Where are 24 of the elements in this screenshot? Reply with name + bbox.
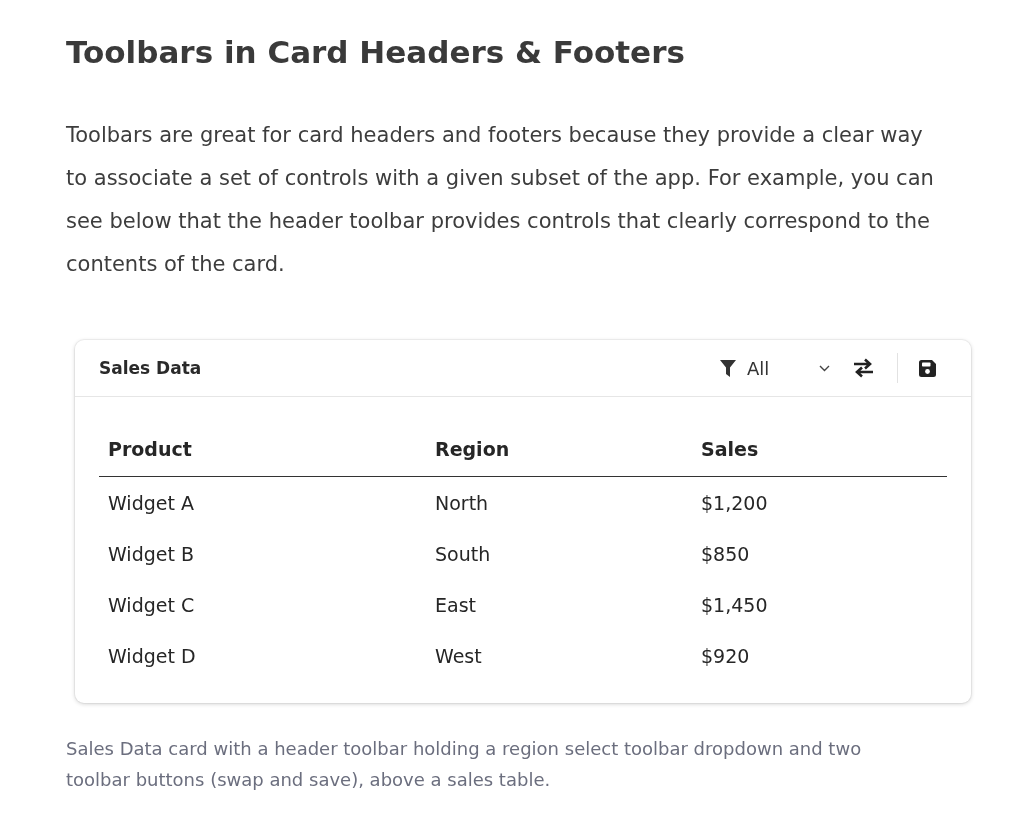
table-cell-text: $920 [700,643,751,669]
table-cell-text: Widget D [107,643,197,669]
table-cell-text: East [434,592,477,618]
save-icon [918,359,936,377]
table-cell: $1,200 [692,476,947,528]
region-select[interactable]: All [712,350,838,386]
table-cell-text: $850 [700,541,751,567]
card-title: Sales Data [99,358,203,378]
table-cell-text: Widget C [107,592,196,618]
intro-paragraph: Toolbars are great for card headers and footers because they provide a clear way to associate a set of controls with a given subset of the app. For example, you can see below that the header toolbar provides controls that clearly correspond to the contents of the card. [66,122,935,278]
table-cell: North [426,476,692,528]
table-cell-text: Widget B [107,541,195,567]
figure-caption: Sales Data card with a header toolbar holding a region select toolbar dropdown and two toolbar buttons (swap and save), above a sales table. [66,737,863,792]
table-cell: Widget A [99,476,426,528]
chevron-icon [819,364,830,372]
column-header: Sales [692,421,947,477]
swap-icon [852,358,874,378]
table-cell-text: $1,450 [700,592,769,618]
page-heading: Toolbars in Card Headers & Footers [66,33,686,72]
table-cell-text: West [434,643,483,669]
column-header: Product [99,421,426,477]
filter-icon [720,359,736,377]
table-cell-text: South [434,541,492,567]
column-header: Region [426,421,692,477]
